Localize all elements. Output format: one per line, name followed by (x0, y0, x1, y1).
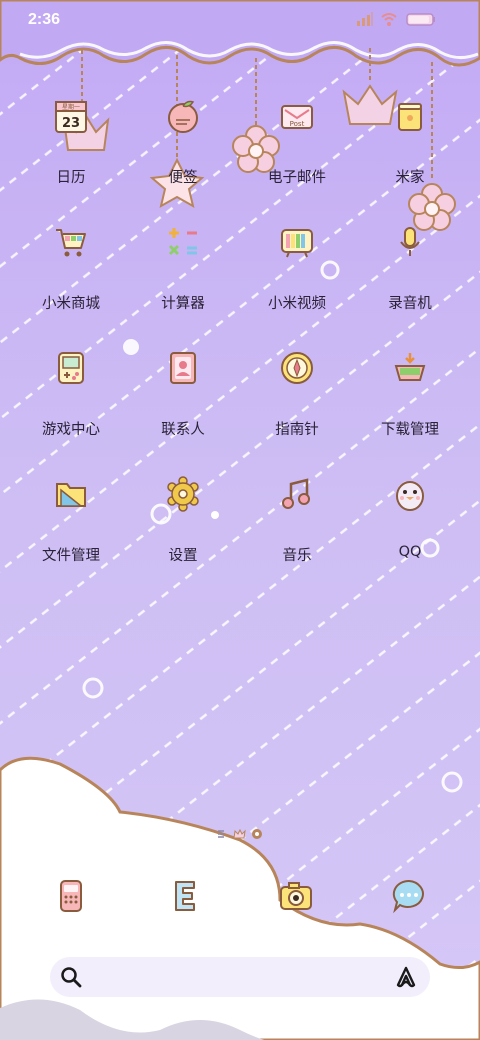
app-label: 录音机 (388, 296, 432, 312)
gameboy-icon (58, 352, 84, 384)
app-label: 下载管理 (381, 422, 439, 438)
app-label: 电子邮件 (268, 170, 326, 186)
search-bar[interactable] (50, 957, 430, 997)
app-label: 音乐 (282, 548, 312, 564)
app-game-center[interactable]: 游戏中心 (16, 350, 126, 450)
app-label: 小米商城 (42, 296, 100, 312)
app-recorder[interactable]: 录音机 (355, 224, 465, 324)
compass-icon (281, 352, 313, 384)
app-label: 小米视频 (268, 296, 326, 312)
music-note-icon (282, 478, 310, 509)
assistant-a-icon[interactable] (394, 965, 418, 989)
battery-icon (406, 13, 435, 26)
app-file-manager[interactable]: 文件管理 (16, 476, 126, 576)
post-mail-icon: Post (281, 105, 313, 129)
app-label: 日历 (56, 170, 86, 186)
app-email[interactable]: Post 电子邮件 (242, 98, 352, 198)
browser-e-icon[interactable] (166, 878, 202, 914)
wifi-icon (381, 13, 397, 26)
app-label: 计算器 (161, 296, 205, 312)
tv-icon (281, 229, 313, 258)
app-calculator[interactable]: 计算器 (128, 224, 238, 324)
shopping-cart-icon (56, 229, 86, 257)
peach-notes-icon (168, 100, 198, 133)
messages-bubble-icon[interactable] (391, 878, 427, 914)
home-screen: 2:36 星期一 23 日历 便签 Post 电子邮件 米家 小米商城 计算器 … (0, 0, 480, 1040)
app-qq[interactable]: QQ (355, 476, 465, 576)
status-time: 2:36 (28, 11, 61, 28)
app-label: 文件管理 (42, 548, 100, 564)
penguin-icon (396, 481, 424, 511)
phone-icon[interactable] (53, 878, 89, 914)
page-indicator (218, 828, 262, 839)
svg-text:Post: Post (290, 120, 305, 128)
app-downloads[interactable]: 下载管理 (355, 350, 465, 450)
calendar-icon: 星期一 23 (55, 101, 87, 133)
app-label: 设置 (168, 548, 198, 564)
app-settings[interactable]: 设置 (128, 476, 238, 576)
app-contacts[interactable]: 联系人 (128, 350, 238, 450)
microphone-icon (400, 227, 420, 256)
svg-text:星期一: 星期一 (62, 103, 80, 111)
page-dot-2[interactable] (233, 828, 246, 839)
contacts-book-icon (170, 352, 196, 384)
calculator-icon (168, 228, 197, 256)
app-mijia[interactable]: 米家 (355, 98, 465, 198)
camera-icon[interactable] (278, 878, 314, 914)
search-icon[interactable] (60, 966, 82, 988)
mijia-cup-icon (398, 103, 422, 131)
folder-icon (56, 483, 86, 507)
app-label: 游戏中心 (42, 422, 100, 438)
app-label: QQ (398, 544, 422, 560)
app-label: 联系人 (161, 422, 205, 438)
app-compass[interactable]: 指南针 (242, 350, 352, 450)
status-bar: 2:36 (0, 0, 480, 40)
gear-icon (167, 476, 199, 512)
app-mi-video[interactable]: 小米视频 (242, 224, 352, 324)
app-label: 米家 (395, 170, 425, 186)
signal-icon (357, 12, 373, 26)
app-calendar[interactable]: 星期一 23 日历 (16, 98, 126, 198)
app-music[interactable]: 音乐 (242, 476, 352, 576)
download-box-icon (394, 353, 426, 381)
page-dot-1[interactable] (218, 830, 224, 838)
app-notes[interactable]: 便签 (128, 98, 238, 198)
app-mi-store[interactable]: 小米商城 (16, 224, 126, 324)
app-label: 指南针 (275, 422, 319, 438)
svg-text:23: 23 (62, 116, 80, 131)
app-label: 便签 (168, 170, 198, 186)
status-icons (356, 11, 456, 29)
